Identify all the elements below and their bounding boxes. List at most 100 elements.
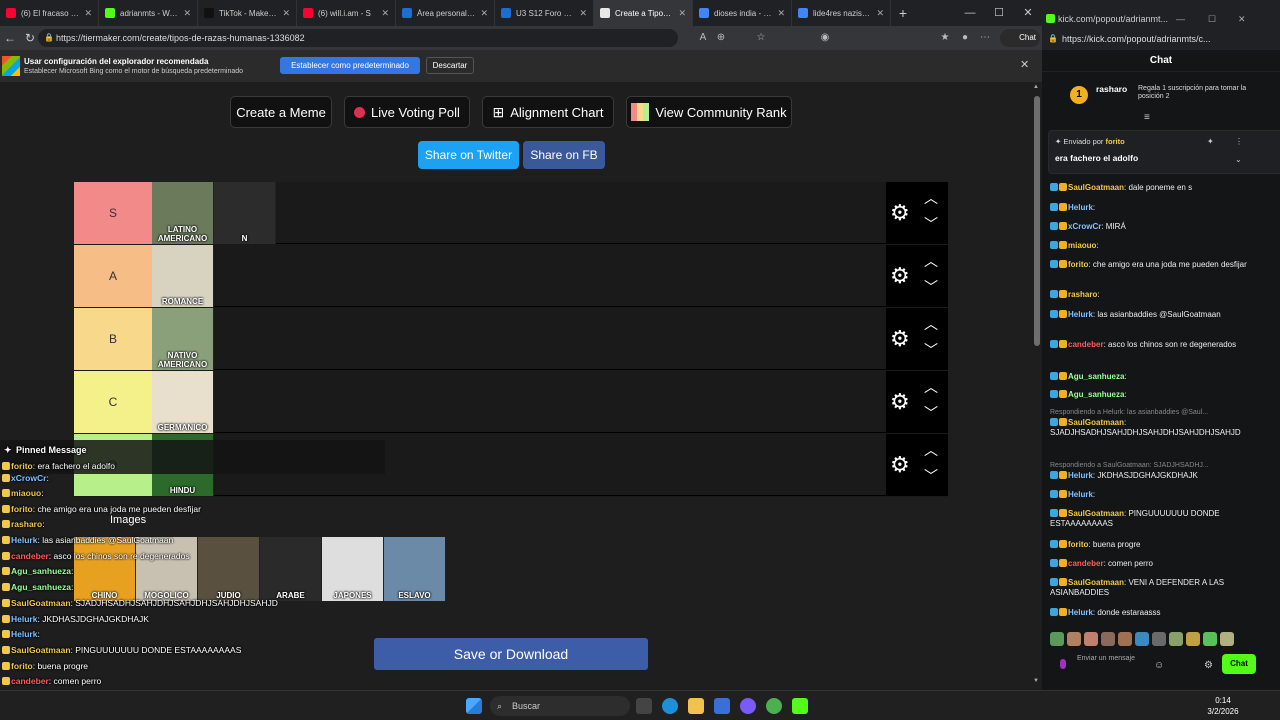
- tab-close-icon[interactable]: ✕: [84, 8, 92, 19]
- minimize-icon[interactable]: —: [1176, 14, 1185, 24]
- chat-username[interactable]: candeber: [1068, 559, 1104, 568]
- chat-username[interactable]: Helurk: [1068, 608, 1093, 617]
- emote-icon[interactable]: [1101, 632, 1115, 646]
- chevron-down-icon[interactable]: ﹀: [924, 214, 938, 234]
- close-window-icon[interactable]: ✕: [1238, 14, 1246, 25]
- tier-image[interactable]: LATINO AMERICANO: [152, 182, 214, 244]
- set-default-button[interactable]: Establecer como predeterminado: [280, 57, 420, 74]
- chat-username[interactable]: SaulGoatmaan: [1068, 418, 1124, 427]
- copilot-chat-button[interactable]: Chat: [1000, 29, 1040, 47]
- store-icon[interactable]: [714, 698, 730, 714]
- chevron-up-icon[interactable]: ︿: [924, 314, 938, 334]
- chat-username[interactable]: Helurk: [1068, 490, 1093, 499]
- minimize-icon[interactable]: —: [956, 0, 984, 26]
- close-window-icon[interactable]: ✕: [1014, 0, 1042, 26]
- scroll-down-icon[interactable]: ▼: [1033, 678, 1039, 684]
- extension-icon[interactable]: ◉: [818, 31, 832, 45]
- gift-description[interactable]: Regala 1 suscripción para tomar la posic…: [1138, 85, 1268, 101]
- mic-icon[interactable]: [1060, 659, 1066, 669]
- browser-tab[interactable]: lide4res nazis - Bus ✕: [792, 0, 891, 26]
- live-voting-poll-button[interactable]: Live Voting Poll: [344, 96, 470, 128]
- file-explorer-icon[interactable]: [688, 698, 704, 714]
- back-icon[interactable]: ←: [0, 31, 20, 45]
- chat-message[interactable]: Helurk: las asianbaddies @SaulGoatmaan: [1050, 310, 1250, 320]
- browser-tab[interactable]: Área personal | EVI ✕: [396, 0, 495, 26]
- send-chat-button[interactable]: Chat: [1222, 654, 1256, 674]
- address-bar[interactable]: 🔒 https://tiermaker.com/create/tipos-de-…: [38, 29, 678, 47]
- tier-label[interactable]: B: [74, 308, 152, 370]
- chevron-down-icon[interactable]: ﹀: [924, 340, 938, 360]
- emote-icon[interactable]: [1050, 632, 1064, 646]
- chat-message[interactable]: xCrowCr: MIRÁ: [1050, 222, 1250, 232]
- chevron-up-icon[interactable]: ︿: [924, 188, 938, 208]
- share-fb-button[interactable]: Share on FB: [523, 141, 605, 169]
- chevron-down-icon[interactable]: ﹀: [924, 403, 938, 423]
- tier-label[interactable]: A: [74, 245, 152, 307]
- chat-username[interactable]: xCrowCr: [1068, 222, 1101, 231]
- chat-username[interactable]: miaouo: [1068, 241, 1096, 250]
- expand-icon[interactable]: ≡: [1144, 112, 1150, 123]
- options-icon[interactable]: ⋮: [1235, 137, 1243, 146]
- emote-icon[interactable]: [1152, 632, 1166, 646]
- browser-tab[interactable]: adrianmts - Watch ✕: [99, 0, 198, 26]
- chevron-up-icon[interactable]: ︿: [924, 377, 938, 397]
- edge-icon[interactable]: [662, 698, 678, 714]
- chevron-down-icon[interactable]: ﹀: [924, 277, 938, 297]
- emote-icon[interactable]: [1135, 632, 1149, 646]
- chat-username[interactable]: forito: [1068, 260, 1088, 269]
- emote-icon[interactable]: [1084, 632, 1098, 646]
- more-icon[interactable]: ⋯: [978, 31, 992, 45]
- scroll-thumb[interactable]: [1034, 96, 1040, 346]
- tier-image[interactable]: NATIVO AMERICANO: [152, 308, 214, 370]
- chat-message[interactable]: candeber: comen perro: [1050, 559, 1250, 569]
- tab-close-icon[interactable]: ✕: [480, 8, 488, 19]
- page-scrollbar[interactable]: ▲ ▼: [1032, 82, 1042, 690]
- chat-username[interactable]: SaulGoatmaan: [1068, 509, 1124, 518]
- tab-close-icon[interactable]: ✕: [579, 8, 587, 19]
- chat-username[interactable]: Agu_sanhueza: [1068, 372, 1124, 381]
- browser-tab[interactable]: (6) El fracaso de Bi ✕: [0, 0, 99, 26]
- tier-image[interactable]: ROMANCE: [152, 245, 214, 307]
- tab-close-icon[interactable]: ✕: [678, 8, 686, 19]
- pinned-message[interactable]: ✦ Enviado por forito era fachero el adol…: [1048, 130, 1280, 174]
- new-tab-icon[interactable]: +: [891, 5, 915, 21]
- chat-username[interactable]: rasharo: [1068, 290, 1097, 299]
- chat-message[interactable]: forito: che amigo era una joda me pueden…: [1050, 260, 1250, 270]
- chat-username[interactable]: candeber: [1068, 340, 1104, 349]
- chat-message[interactable]: SaulGoatmaan: dale poneme en s: [1050, 183, 1250, 193]
- gear-icon[interactable]: ⚙: [890, 202, 910, 224]
- chat-username[interactable]: forito: [1068, 540, 1088, 549]
- translate-icon[interactable]: A: [696, 31, 710, 45]
- chat-username[interactable]: Helurk: [1068, 310, 1093, 319]
- profile-icon[interactable]: ●: [958, 31, 972, 45]
- pool-image[interactable]: ESLAVO: [384, 537, 446, 601]
- unpin-icon[interactable]: ✦: [1207, 137, 1214, 146]
- tier-image[interactable]: GERMANICO: [152, 371, 214, 433]
- gear-icon[interactable]: ⚙: [890, 391, 910, 413]
- maximize-icon[interactable]: ☐: [1208, 14, 1216, 25]
- browser-tab[interactable]: Create a Tipos de r ✕: [594, 0, 693, 26]
- tab-close-icon[interactable]: ✕: [183, 8, 191, 19]
- gift-user[interactable]: rasharo: [1096, 84, 1127, 94]
- tier-label[interactable]: S: [74, 182, 152, 244]
- tab-close-icon[interactable]: ✕: [381, 8, 389, 19]
- kick-icon[interactable]: [792, 698, 808, 714]
- chat-message[interactable]: Helurk: donde estaraasss: [1050, 608, 1250, 618]
- chat-message[interactable]: miaouo:: [1050, 241, 1250, 251]
- emote-icon[interactable]: [1220, 632, 1234, 646]
- chat-message[interactable]: rasharo:: [1050, 290, 1250, 300]
- tab-close-icon[interactable]: ✕: [777, 8, 785, 19]
- chevron-up-icon[interactable]: ︿: [924, 440, 938, 460]
- tab-close-icon[interactable]: ✕: [282, 8, 290, 19]
- taskbar-search[interactable]: ⌕ Buscar: [490, 696, 630, 716]
- favorites-bar-icon[interactable]: ★: [938, 31, 952, 45]
- tab-close-icon[interactable]: ✕: [876, 8, 884, 19]
- browser-tab[interactable]: U3 S12 Foro evide ✕: [495, 0, 594, 26]
- zoom-icon[interactable]: ⊕: [714, 31, 728, 45]
- start-icon[interactable]: [466, 698, 482, 714]
- chrome-icon[interactable]: [766, 698, 782, 714]
- community-rank-button[interactable]: View Community Rank: [626, 96, 792, 128]
- create-meme-button[interactable]: Create a Meme: [230, 96, 332, 128]
- close-icon[interactable]: ✕: [1020, 58, 1029, 71]
- reload-icon[interactable]: ↻: [20, 31, 40, 45]
